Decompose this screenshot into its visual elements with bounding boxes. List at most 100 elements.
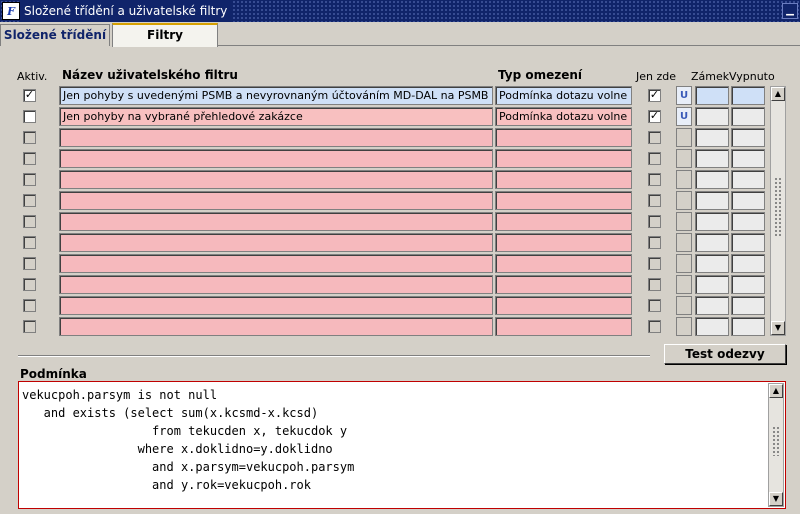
- filter-type-field[interactable]: [495, 170, 632, 189]
- active-checkbox[interactable]: [23, 152, 36, 165]
- filter-type-field[interactable]: [495, 149, 632, 168]
- filter-name-field[interactable]: [59, 296, 493, 315]
- off-field[interactable]: [731, 191, 765, 210]
- filter-type-field[interactable]: Podmínka dotazu volne: [495, 86, 632, 105]
- filter-type-field[interactable]: [495, 296, 632, 315]
- condition-text[interactable]: vekucpoh.parsym is not null and exists (…: [22, 386, 354, 494]
- active-checkbox[interactable]: [23, 278, 36, 291]
- filter-type-field[interactable]: [495, 128, 632, 147]
- filter-name-field[interactable]: [59, 128, 493, 147]
- scroll-down-arrow-icon[interactable]: ▼: [769, 492, 783, 506]
- lock-field[interactable]: [695, 317, 729, 336]
- active-checkbox[interactable]: [23, 236, 36, 249]
- only-here-checkbox[interactable]: [648, 194, 661, 207]
- test-response-button[interactable]: Test odezvy: [664, 344, 786, 364]
- lock-indicator[interactable]: [676, 128, 692, 147]
- lock-field[interactable]: [695, 128, 729, 147]
- lock-field[interactable]: [695, 86, 729, 105]
- active-checkbox[interactable]: [23, 110, 36, 123]
- off-field[interactable]: [731, 149, 765, 168]
- lock-indicator[interactable]: [676, 149, 692, 168]
- lock-field[interactable]: [695, 191, 729, 210]
- active-checkbox[interactable]: [23, 299, 36, 312]
- scroll-up-arrow-icon[interactable]: ▲: [771, 87, 785, 101]
- only-here-checkbox[interactable]: [648, 173, 661, 186]
- off-field[interactable]: [731, 275, 765, 294]
- off-field[interactable]: [731, 170, 765, 189]
- lock-indicator[interactable]: [676, 212, 692, 231]
- filter-name-field[interactable]: Jen pohyby s uvedenými PSMB a nevyrovnan…: [59, 86, 493, 105]
- filter-type-field[interactable]: [495, 317, 632, 336]
- off-field[interactable]: [731, 317, 765, 336]
- condition-textarea[interactable]: vekucpoh.parsym is not null and exists (…: [18, 381, 786, 509]
- only-here-checkbox[interactable]: [648, 236, 661, 249]
- scroll-up-arrow-icon[interactable]: ▲: [769, 384, 783, 398]
- only-here-checkbox[interactable]: [648, 257, 661, 270]
- lock-indicator[interactable]: [676, 317, 692, 336]
- only-here-checkbox[interactable]: [648, 215, 661, 228]
- filter-name-field[interactable]: [59, 212, 493, 231]
- filter-name-field[interactable]: [59, 191, 493, 210]
- only-here-checkbox[interactable]: ✓: [648, 110, 661, 123]
- lock-indicator[interactable]: U: [676, 86, 692, 105]
- only-here-checkbox[interactable]: [648, 320, 661, 333]
- filter-type-field[interactable]: [495, 254, 632, 273]
- lock-field[interactable]: [695, 254, 729, 273]
- active-checkbox[interactable]: [23, 131, 36, 144]
- lock-field[interactable]: [695, 170, 729, 189]
- grid-scrollbar[interactable]: ▲ ▼: [770, 86, 786, 336]
- filter-type-field[interactable]: Podmínka dotazu volne: [495, 107, 632, 126]
- active-checkbox[interactable]: [23, 215, 36, 228]
- scroll-down-arrow-icon[interactable]: ▼: [771, 321, 785, 335]
- filter-name-field[interactable]: [59, 275, 493, 294]
- lock-field[interactable]: [695, 149, 729, 168]
- lock-indicator[interactable]: [676, 233, 692, 252]
- off-field[interactable]: [731, 128, 765, 147]
- filter-name-field[interactable]: Jen pohyby na vybrané přehledové zakázce: [59, 107, 493, 126]
- minimize-button[interactable]: ▁: [782, 3, 798, 19]
- tab-slozene-trideni[interactable]: Složené třídění: [0, 24, 110, 46]
- active-checkbox[interactable]: [23, 257, 36, 270]
- only-here-checkbox[interactable]: [648, 152, 661, 165]
- lock-field[interactable]: [695, 275, 729, 294]
- filter-name-field[interactable]: [59, 170, 493, 189]
- filter-name-field[interactable]: [59, 254, 493, 273]
- lock-indicator[interactable]: [676, 254, 692, 273]
- lock-indicator[interactable]: [676, 191, 692, 210]
- only-here-checkbox[interactable]: [648, 131, 661, 144]
- only-here-checkbox[interactable]: ✓: [648, 89, 661, 102]
- only-here-checkbox[interactable]: [648, 299, 661, 312]
- lock-indicator[interactable]: U: [676, 107, 692, 126]
- lock-field[interactable]: [695, 212, 729, 231]
- off-field[interactable]: [731, 86, 765, 105]
- section-divider: [18, 355, 650, 357]
- condition-scrollbar[interactable]: ▲ ▼: [768, 383, 784, 507]
- off-field[interactable]: [731, 107, 765, 126]
- lock-indicator[interactable]: [676, 275, 692, 294]
- filter-name-field[interactable]: [59, 149, 493, 168]
- filter-type-field[interactable]: [495, 191, 632, 210]
- active-checkbox[interactable]: [23, 194, 36, 207]
- active-checkbox[interactable]: ✓: [23, 89, 36, 102]
- active-checkbox[interactable]: [23, 173, 36, 186]
- off-field[interactable]: [731, 254, 765, 273]
- filter-type-field[interactable]: [495, 212, 632, 231]
- tab-filtry[interactable]: Filtry: [112, 23, 218, 47]
- title-bar[interactable]: F Složené třídění a uživatelské filtry ▁: [0, 0, 800, 22]
- only-here-checkbox[interactable]: [648, 278, 661, 291]
- filter-type-field[interactable]: [495, 233, 632, 252]
- lock-field[interactable]: [695, 233, 729, 252]
- filter-type-field[interactable]: [495, 275, 632, 294]
- lock-field[interactable]: [695, 296, 729, 315]
- active-checkbox[interactable]: [23, 320, 36, 333]
- filter-name-field[interactable]: [59, 233, 493, 252]
- off-field[interactable]: [731, 212, 765, 231]
- lock-indicator[interactable]: [676, 296, 692, 315]
- scroll-grip-icon[interactable]: [772, 426, 780, 456]
- off-field[interactable]: [731, 233, 765, 252]
- off-field[interactable]: [731, 296, 765, 315]
- filter-name-field[interactable]: [59, 317, 493, 336]
- lock-indicator[interactable]: [676, 170, 692, 189]
- scroll-grip-icon[interactable]: [774, 177, 782, 237]
- lock-field[interactable]: [695, 107, 729, 126]
